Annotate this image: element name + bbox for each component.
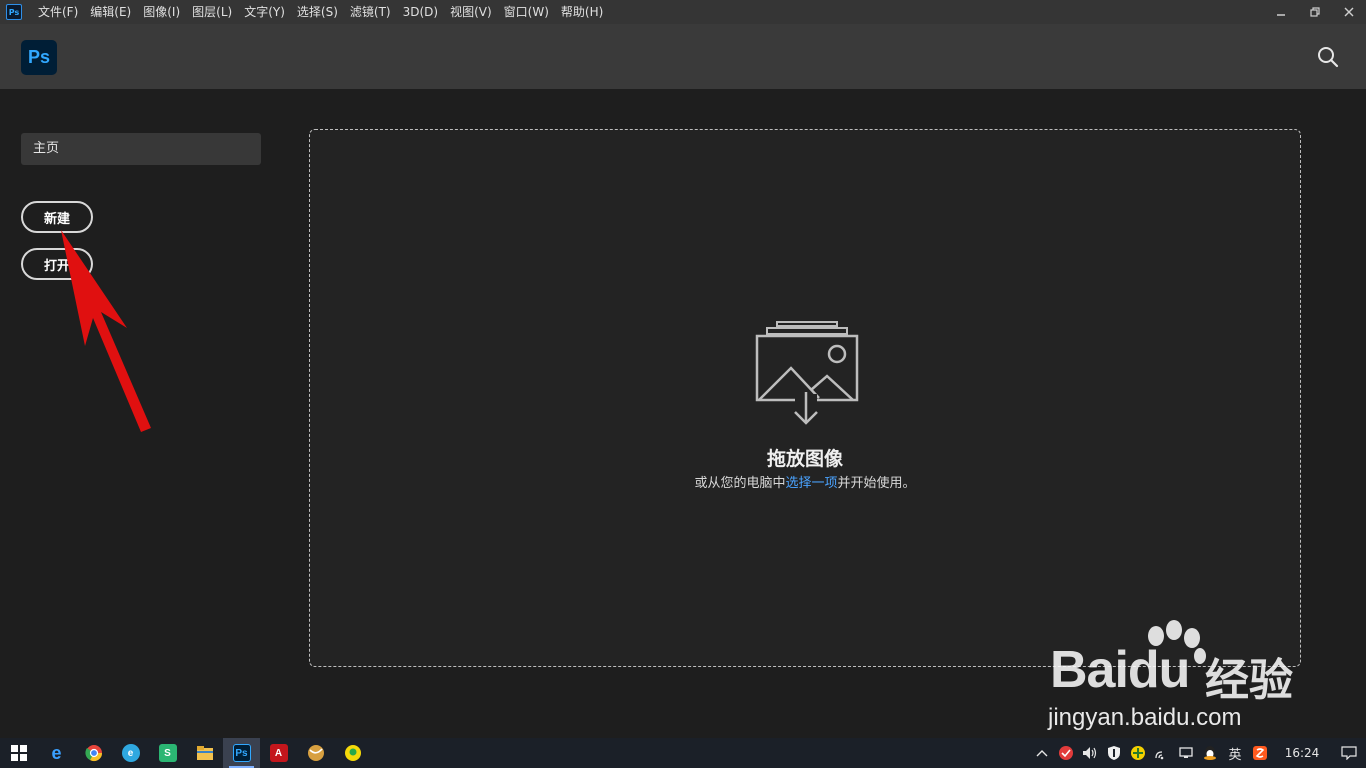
shield-icon[interactable]: [1102, 738, 1126, 768]
system-tray: 英 16:24: [1030, 738, 1366, 768]
menu-view[interactable]: 视图(V): [444, 0, 498, 24]
sidebar-item-home[interactable]: 主页: [21, 133, 261, 165]
photoshop-app-icon[interactable]: Ps: [6, 4, 22, 20]
select-file-link[interactable]: 选择一项: [785, 476, 837, 491]
menu-image[interactable]: 图像(I): [137, 0, 186, 24]
plus-app-icon[interactable]: [1126, 738, 1150, 768]
open-button[interactable]: 打开: [21, 248, 93, 280]
taskbar: e e S Ps A 英 16:24: [0, 738, 1366, 768]
drop-subtitle-after: 并开始使用。: [837, 476, 916, 491]
minimize-icon[interactable]: [1264, 0, 1298, 24]
taskbar-acrobat[interactable]: A: [260, 738, 297, 768]
menubar: Ps 文件(F) 编辑(E) 图像(I) 图层(L) 文字(Y) 选择(S) 滤…: [0, 0, 1366, 24]
acrobat-icon: A: [269, 744, 288, 762]
taskbar-app-yellow[interactable]: [334, 738, 371, 768]
app-yellow-icon: [344, 745, 361, 761]
menu-file[interactable]: 文件(F): [32, 0, 84, 24]
image-drop-icon: [755, 321, 859, 425]
edge-icon: e: [121, 744, 140, 762]
home-header: Ps: [0, 24, 1366, 89]
sogou-icon[interactable]: [1248, 738, 1272, 768]
taskbar-app-ball[interactable]: [297, 738, 334, 768]
taskbar-edge[interactable]: e: [112, 738, 149, 768]
search-icon[interactable]: [1317, 46, 1339, 68]
taskbar-wps[interactable]: S: [149, 738, 186, 768]
menu-type[interactable]: 文字(Y): [238, 0, 291, 24]
wps-icon: S: [158, 744, 177, 762]
qq-icon[interactable]: [1198, 738, 1222, 768]
network-icon[interactable]: [1174, 738, 1198, 768]
watermark-url: jingyan.baidu.com: [1048, 704, 1242, 731]
folder-icon: [196, 746, 213, 760]
menu-filter[interactable]: 滤镜(T): [344, 0, 397, 24]
menu-help[interactable]: 帮助(H): [555, 0, 609, 24]
drop-subtitle-before: 或从您的电脑中: [694, 476, 786, 491]
watermark-brand-cn: 经验: [1205, 655, 1293, 706]
drop-title: 拖放图像: [766, 448, 843, 470]
ie-icon: e: [51, 742, 62, 763]
notification-icon[interactable]: [1332, 738, 1366, 768]
chrome-icon: [84, 745, 102, 762]
wifi-icon[interactable]: [1150, 738, 1174, 768]
antivirus-icon[interactable]: [1054, 738, 1078, 768]
window-controls: [1264, 0, 1366, 24]
menu-window[interactable]: 窗口(W): [498, 0, 555, 24]
taskbar-chrome[interactable]: [75, 738, 112, 768]
volume-icon[interactable]: [1078, 738, 1102, 768]
drop-subtitle: 或从您的电脑中选择一项并开始使用。: [310, 472, 1300, 491]
taskbar-photoshop[interactable]: Ps: [223, 738, 260, 768]
restore-icon[interactable]: [1298, 0, 1332, 24]
close-icon[interactable]: [1332, 0, 1366, 24]
app-ball-icon: [307, 745, 324, 761]
watermark-brand: Baidu: [1050, 641, 1190, 699]
clock[interactable]: 16:24: [1272, 746, 1332, 760]
photoshop-logo: Ps: [21, 40, 57, 75]
chevron-up-icon[interactable]: [1030, 738, 1054, 768]
drop-zone[interactable]: 拖放图像 或从您的电脑中选择一项并开始使用。: [309, 129, 1301, 667]
baidu-watermark: Baidu 经验 jingyan.baidu.com: [1040, 620, 1340, 740]
taskbar-ie[interactable]: e: [38, 738, 75, 768]
menu-layer[interactable]: 图层(L): [186, 0, 238, 24]
menu-3d[interactable]: 3D(D): [397, 0, 444, 24]
photoshop-icon: Ps: [232, 744, 251, 762]
menu-edit[interactable]: 编辑(E): [84, 0, 137, 24]
windows-start-icon[interactable]: [0, 738, 38, 768]
new-button[interactable]: 新建: [21, 201, 93, 233]
input-language[interactable]: 英: [1222, 744, 1248, 763]
taskbar-explorer[interactable]: [186, 738, 223, 768]
menu-select[interactable]: 选择(S): [291, 0, 344, 24]
